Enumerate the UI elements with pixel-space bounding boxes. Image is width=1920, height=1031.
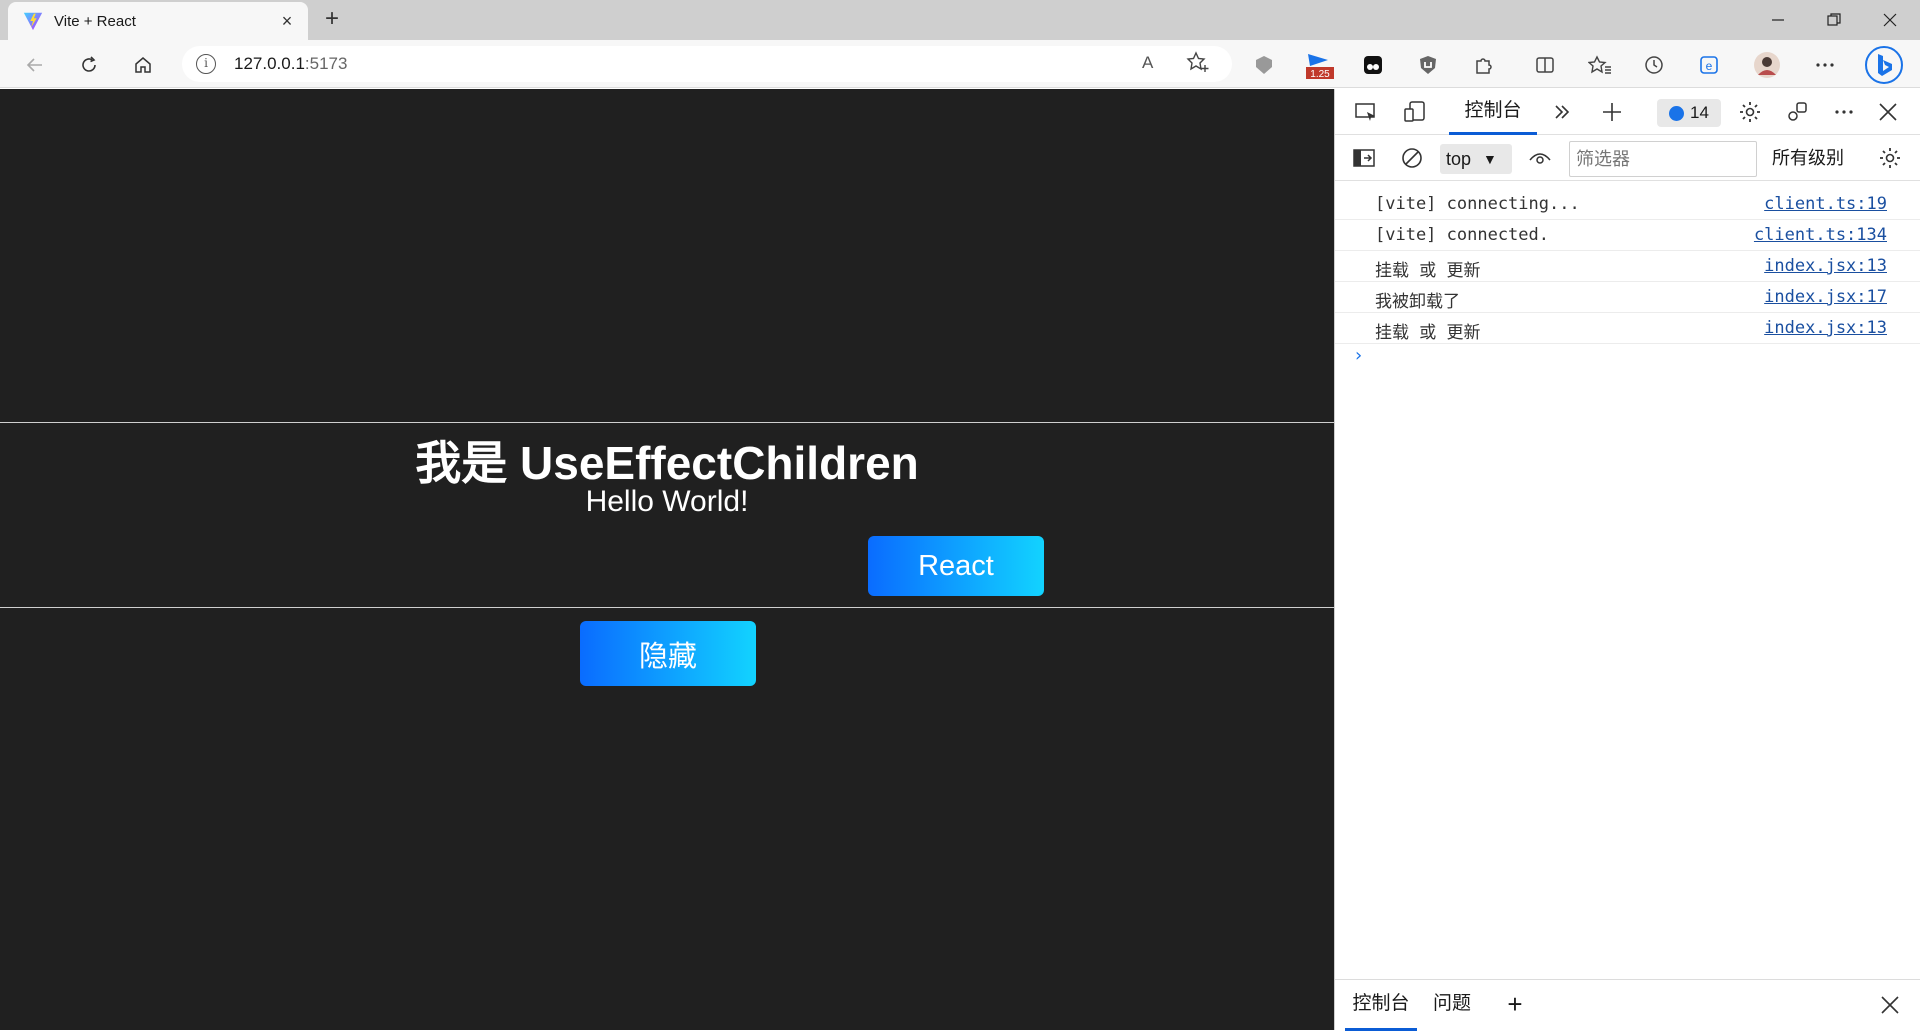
url-text[interactable]: 127.0.0.1:5173 [234, 54, 347, 74]
add-tab-icon[interactable] [1597, 97, 1627, 127]
zoom-extension-icon[interactable]: 1.25 [1302, 50, 1338, 80]
devtools-toolbar: 控制台 14 [1335, 89, 1920, 135]
extension-ublock-icon[interactable] [1413, 50, 1443, 80]
console-message: 挂载 或 更新 [1375, 323, 1481, 343]
console-row: 挂载 或 更新 index.jsx:13 [1335, 313, 1920, 344]
close-devtools-icon[interactable] [1873, 97, 1903, 127]
bing-copilot-icon[interactable] [1864, 45, 1904, 85]
title-bar: Vite + React × + [0, 0, 1920, 40]
page-heading: 我是 UseEffectChildren [415, 437, 919, 489]
tab-title: Vite + React [54, 12, 136, 30]
console-message: 我被卸载了 [1375, 292, 1460, 312]
drawer-tab-issues[interactable]: 问题 [1427, 980, 1477, 1031]
console-message: 挂载 或 更新 [1375, 261, 1481, 281]
profile-avatar[interactable] [1752, 50, 1782, 80]
console-filter-bar: top ▼ 筛选器 所有级别 [1335, 135, 1920, 181]
console-settings-icon[interactable] [1875, 143, 1905, 173]
source-link[interactable]: index.jsx:13 [1764, 318, 1887, 338]
site-info-icon[interactable]: i [196, 54, 216, 74]
console-row: [vite] connected. client.ts:134 [1335, 220, 1920, 251]
devtools-more-icon[interactable] [1829, 97, 1859, 127]
svg-text:1.25: 1.25 [1310, 69, 1330, 80]
console-message: [vite] connecting... [1375, 194, 1580, 214]
console-row: [vite] connecting... client.ts:19 [1335, 189, 1920, 220]
back-icon[interactable] [18, 48, 52, 82]
new-tab-button[interactable]: + [318, 6, 346, 34]
live-expression-eye-icon[interactable] [1525, 143, 1555, 173]
devtools-panel: 控制台 14 top ▼ 筛选器 所有级别 [vite] connecting.… [1334, 89, 1920, 1031]
hide-button[interactable]: 隐藏 [580, 621, 756, 686]
favorites-icon[interactable] [1585, 50, 1615, 80]
browser-toolbar: i 127.0.0.1:5173 A 1.25 e [0, 40, 1920, 88]
tab-close-icon[interactable]: × [276, 11, 298, 32]
log-levels-dropdown[interactable]: 所有级别 [1772, 135, 1844, 181]
source-link[interactable]: client.ts:19 [1764, 194, 1887, 214]
more-tabs-icon[interactable] [1547, 97, 1577, 127]
extension-shield-icon[interactable] [1249, 50, 1279, 80]
clear-console-icon[interactable] [1397, 143, 1427, 173]
browser-tab[interactable]: Vite + React × [8, 2, 308, 40]
hello-text: Hello World! [585, 485, 749, 518]
address-bar[interactable]: i 127.0.0.1:5173 A [182, 46, 1232, 82]
source-link[interactable]: index.jsx:17 [1764, 287, 1887, 307]
message-icon [1669, 105, 1685, 121]
console-prompt[interactable]: › [1353, 345, 1364, 366]
settings-gear-icon[interactable] [1735, 97, 1765, 127]
console-row: 我被卸载了 index.jsx:17 [1335, 282, 1920, 313]
minimize-icon[interactable] [1750, 0, 1806, 40]
context-select[interactable]: top ▼ [1440, 144, 1512, 174]
issues-counter[interactable]: 14 [1657, 99, 1721, 127]
restore-icon[interactable] [1806, 0, 1862, 40]
page-content: 我是 UseEffectChildren Hello World! React … [0, 89, 1334, 1030]
dropdown-arrow-icon: ▼ [1483, 151, 1497, 167]
vite-logo-icon [23, 12, 43, 31]
refresh-icon[interactable] [72, 48, 106, 82]
svg-text:e: e [1706, 59, 1713, 73]
split-screen-icon[interactable] [1530, 50, 1560, 80]
extensions-puzzle-icon[interactable] [1468, 50, 1498, 80]
close-window-icon[interactable] [1862, 0, 1918, 40]
drawer-add-icon[interactable]: + [1495, 980, 1535, 1031]
devtools-drawer: 控制台 问题 + [1335, 979, 1920, 1031]
bottom-divider [0, 607, 1334, 608]
console-message: [vite] connected. [1375, 225, 1549, 245]
source-link[interactable]: index.jsx:13 [1764, 256, 1887, 276]
close-drawer-icon[interactable] [1875, 990, 1905, 1020]
sidebar-toggle-icon[interactable] [1349, 143, 1379, 173]
filter-input[interactable]: 筛选器 [1569, 141, 1757, 177]
inspect-element-icon[interactable] [1351, 97, 1381, 127]
drawer-tab-console[interactable]: 控制台 [1345, 980, 1417, 1031]
add-favorite-icon[interactable] [1186, 50, 1210, 79]
history-icon[interactable] [1639, 50, 1669, 80]
extension-tampermonkey-icon[interactable] [1358, 50, 1388, 80]
console-row: 挂载 或 更新 index.jsx:13 [1335, 251, 1920, 282]
home-icon[interactable] [126, 48, 160, 82]
read-aloud-icon[interactable]: A [1142, 53, 1153, 73]
console-output: [vite] connecting... client.ts:19 [vite]… [1335, 189, 1920, 344]
top-divider [0, 422, 1334, 423]
customize-devtools-icon[interactable] [1782, 97, 1812, 127]
react-button[interactable]: React [868, 536, 1044, 596]
more-menu-icon[interactable] [1810, 50, 1840, 80]
collections-icon[interactable]: e [1694, 50, 1724, 80]
device-toolbar-icon[interactable] [1400, 97, 1430, 127]
tab-console[interactable]: 控制台 [1449, 89, 1537, 135]
source-link[interactable]: client.ts:134 [1754, 225, 1887, 245]
